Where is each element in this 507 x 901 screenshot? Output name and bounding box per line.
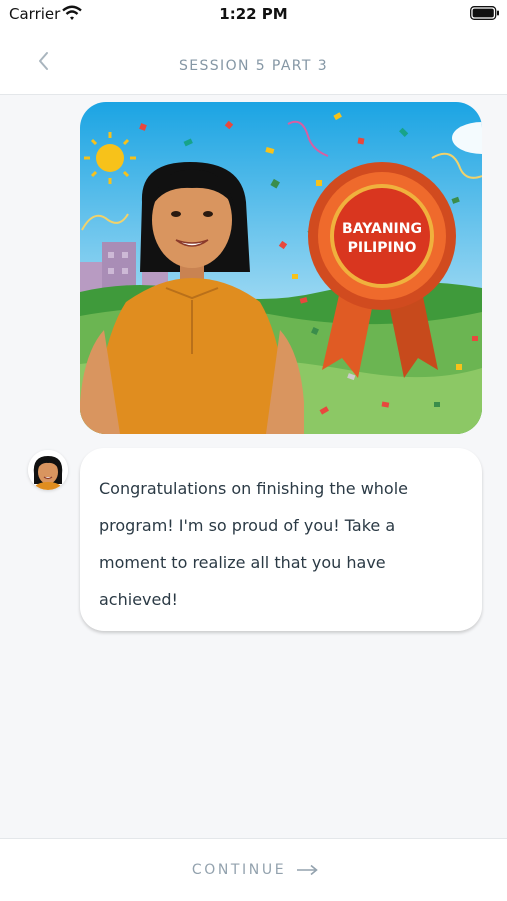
coach-avatar xyxy=(28,450,68,490)
footer: CONTINUE xyxy=(0,838,507,901)
ribbon-text-line1: BAYANING xyxy=(342,221,422,237)
ribbon-text-line2: PILIPINO xyxy=(348,240,417,256)
page-title: SESSION 5 PART 3 xyxy=(178,58,329,74)
congratulations-illustration: BAYANING PILIPINO xyxy=(80,102,482,434)
message-bubble: Congratulations on finishing the whole p… xyxy=(80,448,482,631)
nav-bar: SESSION 5 PART 3 xyxy=(0,28,507,95)
continue-label: CONTINUE xyxy=(191,862,287,878)
message-text: Congratulations on finishing the whole p… xyxy=(99,479,409,609)
battery-icon xyxy=(470,6,499,20)
status-bar: Carrier 1:22 PM xyxy=(0,0,507,28)
status-time: 1:22 PM xyxy=(219,5,288,23)
continue-button[interactable]: CONTINUE xyxy=(170,857,340,883)
arrow-right-icon xyxy=(297,864,318,876)
